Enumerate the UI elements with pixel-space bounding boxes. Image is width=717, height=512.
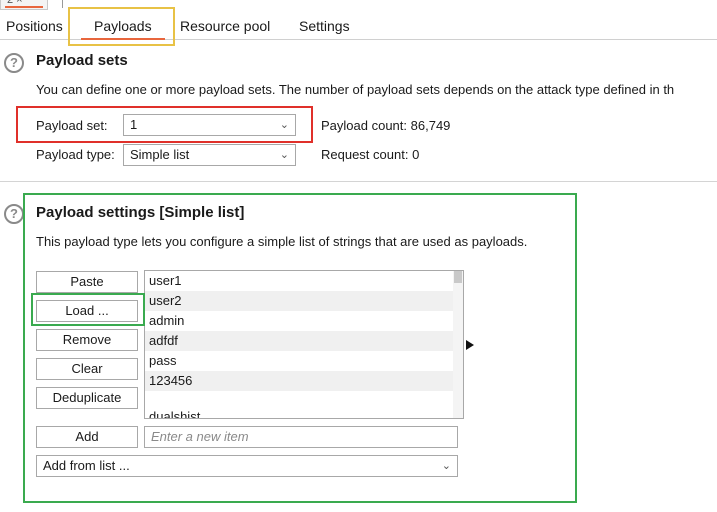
payload-count: Payload count: 86,749 <box>321 118 450 133</box>
payload-count-label: Payload count: <box>321 118 408 133</box>
tab-active-indicator <box>5 6 43 8</box>
highlight-box-load-button <box>31 293 145 326</box>
highlight-box-payloads-tab <box>68 7 175 46</box>
help-icon[interactable]: ? <box>4 53 24 73</box>
tab-intruder-2[interactable]: 2 × <box>0 0 48 10</box>
highlight-box-payload-settings <box>23 193 577 503</box>
payload-type-label: Payload type: <box>36 147 115 162</box>
payload-count-value: 86,749 <box>410 118 451 133</box>
request-count-value: 0 <box>412 147 420 162</box>
tab-separator <box>62 0 63 8</box>
tab-settings[interactable]: Settings <box>299 12 350 40</box>
request-count: Request count: 0 <box>321 147 419 162</box>
section-divider <box>0 181 717 182</box>
request-count-label: Request count: <box>321 147 409 162</box>
chevron-down-icon: ⌄ <box>279 149 289 161</box>
tab-positions[interactable]: Positions <box>6 12 63 40</box>
help-icon[interactable]: ? <box>4 204 24 224</box>
tab-resource-pool[interactable]: Resource pool <box>180 12 270 40</box>
payload-sets-description: You can define one or more payload sets.… <box>36 82 675 97</box>
highlight-box-payload-set <box>16 106 313 143</box>
payload-sets-title: Payload sets <box>36 52 128 69</box>
payload-type-value: Simple list <box>130 147 190 162</box>
payload-type-select[interactable]: Simple list ⌄ <box>123 144 296 166</box>
